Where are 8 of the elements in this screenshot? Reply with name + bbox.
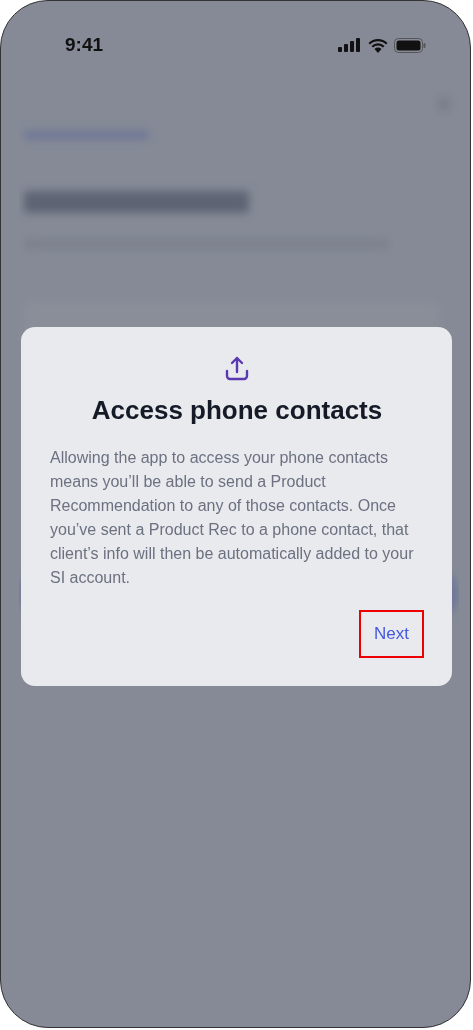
upload-icon <box>224 355 250 381</box>
next-button[interactable]: Next <box>359 610 424 658</box>
dialog-message: Allowing the app to access your phone contacts means you’ll be able to send a Product Recommendation to any of those contacts. Once you’ve sent a Product Rec to a phone contact, that client’s info will then be automatically added to your SI account. <box>50 448 415 588</box>
status-time: 9:41 <box>65 34 104 56</box>
battery-icon <box>394 37 426 53</box>
dialog-title: Access phone contacts <box>91 395 383 426</box>
wifi-icon <box>368 37 388 53</box>
signal-icon <box>338 38 362 52</box>
